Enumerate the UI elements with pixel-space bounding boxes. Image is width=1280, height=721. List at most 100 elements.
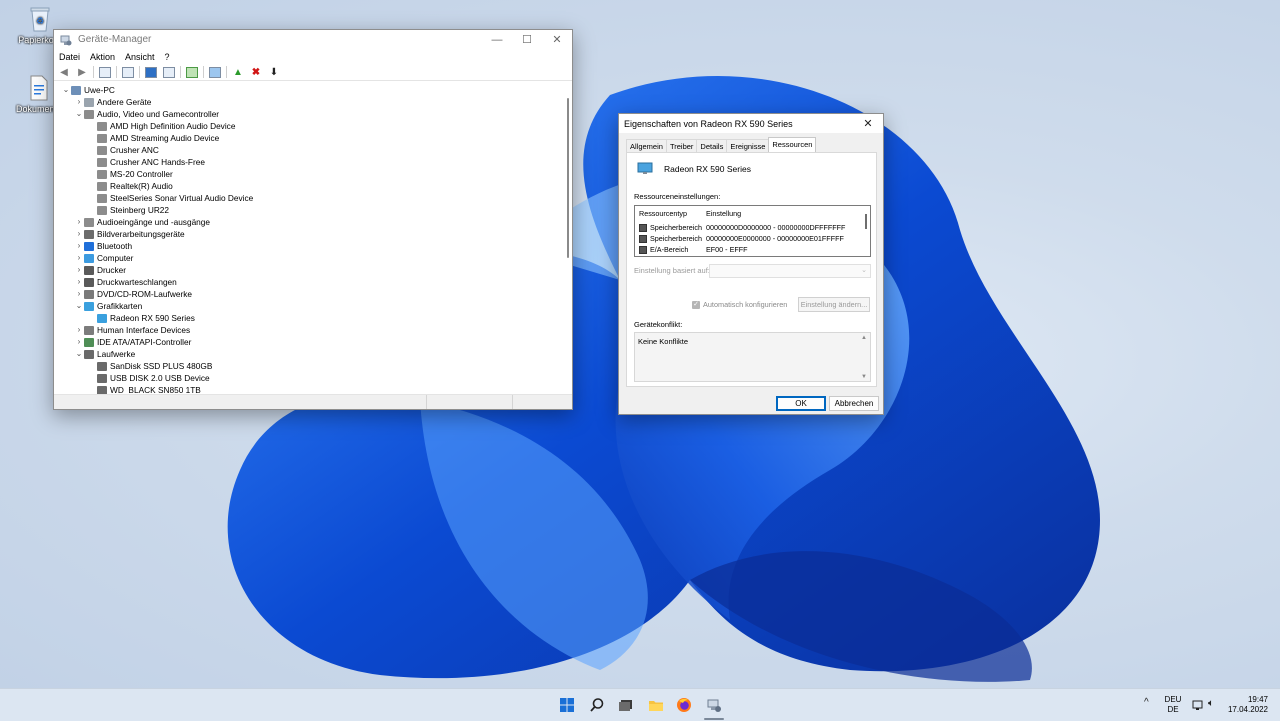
device-manager-taskbar-icon[interactable]	[706, 697, 722, 713]
properties-icon[interactable]	[121, 66, 135, 79]
resource-row[interactable]: E/A-Bereich EF00 - EFFF	[639, 245, 748, 255]
cancel-button[interactable]: Abbrechen	[829, 396, 879, 411]
tree-device[interactable]: Crusher ANC	[55, 144, 563, 156]
view-icon[interactable]	[162, 66, 176, 79]
chevron-right-icon[interactable]: ›	[74, 252, 84, 264]
tree-category[interactable]: › Druckwarteschlangen	[55, 276, 563, 288]
resource-list[interactable]: Ressourcentyp Einstellung Speicherbereic…	[634, 205, 871, 257]
close-button[interactable]: ✕	[542, 33, 572, 46]
chevron-right-icon[interactable]: ›	[74, 324, 84, 336]
task-view-icon[interactable]	[618, 697, 634, 713]
window-title: Geräte-Manager	[78, 34, 152, 45]
scroll-up-icon[interactable]: ▲	[861, 335, 867, 341]
firefox-icon[interactable]	[676, 697, 692, 713]
tree-category[interactable]: › Audioeingänge und -ausgänge	[55, 216, 563, 228]
tree-root[interactable]: ⌄ Uwe-PC	[55, 84, 563, 96]
tree-device[interactable]: AMD Streaming Audio Device	[55, 132, 563, 144]
maximize-button[interactable]: ☐	[512, 33, 542, 46]
chevron-down-icon[interactable]: ⌄	[74, 108, 84, 120]
resource-list-scrollbar[interactable]	[865, 214, 867, 229]
add-driver-icon[interactable]: ▲	[231, 66, 245, 79]
tree-category[interactable]: › Computer	[55, 252, 563, 264]
show-hide-console-tree-icon[interactable]	[98, 66, 112, 79]
back-arrow-icon[interactable]: ◀	[57, 66, 71, 79]
resource-row[interactable]: Speicherbereich 00000000E0000000 - 00000…	[639, 234, 844, 244]
ok-button[interactable]: OK	[776, 396, 826, 411]
tree-label: Radeon RX 590 Series	[110, 313, 195, 323]
based-on-combobox[interactable]: ⌄	[709, 264, 871, 278]
menu-help[interactable]: ?	[165, 52, 170, 62]
device-name: Radeon RX 590 Series	[664, 163, 751, 174]
chevron-right-icon[interactable]: ›	[74, 288, 84, 300]
chevron-right-icon[interactable]: ›	[74, 96, 84, 108]
tree-device[interactable]: USB DISK 2.0 USB Device	[55, 372, 563, 384]
tree-device[interactable]: Crusher ANC Hands-Free	[55, 156, 563, 168]
dialog-titlebar[interactable]: Eigenschaften von Radeon RX 590 Series ✕	[619, 114, 883, 133]
display-adapter-icon	[637, 162, 653, 174]
tree-category[interactable]: ⌄ Grafikkarten	[55, 300, 563, 312]
tree-category[interactable]: › Drucker	[55, 264, 563, 276]
chevron-right-icon[interactable]: ›	[74, 216, 84, 228]
tree-category[interactable]: › IDE ATA/ATAPI-Controller	[55, 336, 563, 348]
chevron-right-icon[interactable]: ›	[74, 336, 84, 348]
resource-row[interactable]: Speicherbereich 00000000D0000000 - 00000…	[639, 223, 845, 233]
search-icon[interactable]	[589, 697, 605, 713]
resource-value: EF00 - EFFF	[706, 245, 748, 254]
windows-start-icon[interactable]	[559, 697, 575, 713]
download-circle-icon[interactable]: ⬇	[267, 66, 281, 79]
uninstall-red-x-icon[interactable]: ✖	[249, 66, 263, 79]
menu-aktion[interactable]: Aktion	[90, 52, 115, 62]
update-driver-icon[interactable]	[185, 66, 199, 79]
menu-ansicht[interactable]: Ansicht	[125, 52, 155, 62]
chevron-right-icon[interactable]: ›	[74, 228, 84, 240]
tree-scrollbar[interactable]	[564, 96, 571, 282]
help-icon[interactable]	[144, 66, 158, 79]
tree-category[interactable]: › Human Interface Devices	[55, 324, 563, 336]
tree-device[interactable]: SteelSeries Sonar Virtual Audio Device	[55, 192, 563, 204]
auto-configure-checkbox[interactable]: ✓ Automatisch konfigurieren	[692, 300, 787, 309]
language-indicator[interactable]: DEU DE	[1163, 695, 1183, 715]
scan-hardware-icon[interactable]	[208, 66, 222, 79]
auto-configure-label: Automatisch konfigurieren	[703, 300, 788, 309]
tree-device[interactable]: AMD High Definition Audio Device	[55, 120, 563, 132]
chevron-down-icon[interactable]: ⌄	[74, 300, 84, 312]
chevron-right-icon[interactable]: ›	[74, 276, 84, 288]
conflict-textbox[interactable]: Keine Konflikte ▲ ▼	[634, 332, 871, 382]
tree-category[interactable]: › Bluetooth	[55, 240, 563, 252]
tree-device[interactable]: Steinberg UR22	[55, 204, 563, 216]
tree-device[interactable]: MS-20 Controller	[55, 168, 563, 180]
chevron-right-icon[interactable]: ›	[74, 264, 84, 276]
tree-device[interactable]: SanDisk SSD PLUS 480GB	[55, 360, 563, 372]
forward-arrow-icon[interactable]: ▶	[75, 66, 89, 79]
resource-type: Speicherbereich	[650, 223, 702, 232]
network-icon[interactable]	[1192, 700, 1204, 711]
file-explorer-icon[interactable]	[648, 697, 664, 713]
speaker-icon	[97, 157, 107, 167]
tree-category[interactable]: ⌄ Laufwerke	[55, 348, 563, 360]
change-setting-button[interactable]: Einstellung ändern...	[798, 297, 870, 312]
clock-date: 17.04.2022	[1227, 705, 1268, 714]
scrollbar-thumb[interactable]	[566, 98, 569, 258]
column-header-setting[interactable]: Einstellung	[706, 209, 741, 219]
chevron-down-icon[interactable]: ⌄	[74, 348, 84, 360]
tree-category[interactable]: ⌄ Audio, Video und Gamecontroller	[55, 108, 563, 120]
menu-datei[interactable]: Datei	[59, 52, 80, 62]
tree-category[interactable]: › Andere Geräte	[55, 96, 563, 108]
tree-category[interactable]: › Bildverarbeitungsgeräte	[55, 228, 563, 240]
chevron-right-icon[interactable]: ›	[74, 240, 84, 252]
toolbar-separator	[180, 66, 181, 78]
scroll-down-icon[interactable]: ▼	[861, 374, 867, 380]
column-header-type[interactable]: Ressourcentyp	[639, 209, 706, 219]
recycle-bin-icon: ♻	[29, 6, 51, 32]
minimize-button[interactable]: —	[482, 34, 512, 46]
volume-icon[interactable]: 🔈︎	[1208, 698, 1214, 709]
clock[interactable]: 19:47 17.04.2022	[1226, 695, 1268, 715]
tree-category[interactable]: › DVD/CD-ROM-Laufwerke	[55, 288, 563, 300]
chevron-up-icon[interactable]: ^	[1144, 697, 1149, 708]
tree-label: Realtek(R) Audio	[110, 181, 173, 191]
dialog-close-button[interactable]: ✕	[853, 117, 883, 130]
device-manager-titlebar[interactable]: Geräte-Manager — ☐ ✕	[54, 30, 572, 49]
tree-device[interactable]: Radeon RX 590 Series	[55, 312, 563, 324]
tree-device[interactable]: Realtek(R) Audio	[55, 180, 563, 192]
chevron-down-icon[interactable]: ⌄	[61, 84, 71, 96]
